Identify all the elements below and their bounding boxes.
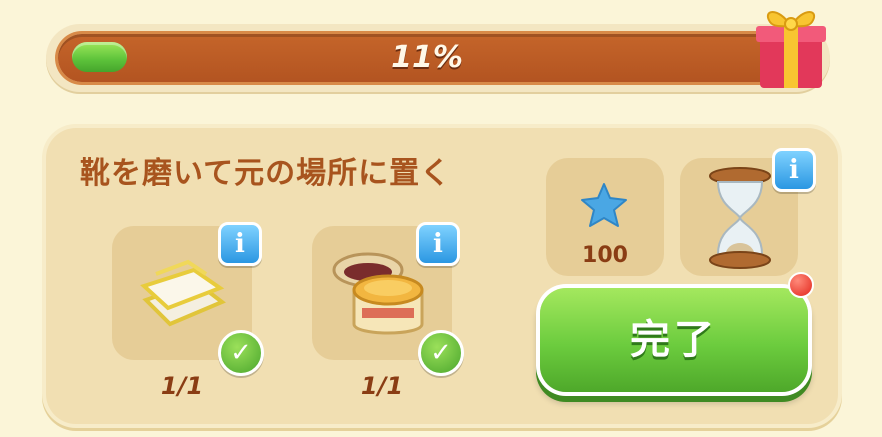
info-button[interactable]: i (218, 222, 262, 266)
complete-button[interactable]: 完了 (540, 288, 808, 392)
progress-bar: 11% (46, 24, 830, 92)
info-button[interactable]: i (772, 148, 816, 192)
progress-track: 11% (58, 34, 796, 82)
star-reward-value: 100 (582, 243, 628, 268)
reward-star-slot: 100 (546, 158, 664, 276)
progress-percent: 11% (391, 40, 463, 75)
notification-dot (788, 272, 814, 298)
check-icon: ✓ (218, 330, 264, 376)
gift-box-icon[interactable] (748, 0, 832, 92)
item-count: 1/1 (160, 372, 204, 400)
hourglass-icon (709, 167, 771, 269)
check-icon: ✓ (418, 330, 464, 376)
task-panel: 靴を磨いて元の場所に置く i ✓ 1/1 i ✓ 1/1 100 i 完了 (46, 128, 838, 424)
task-title: 靴を磨いて元の場所に置く (80, 156, 452, 191)
blue-star-icon (581, 183, 627, 227)
item-count: 1/1 (360, 372, 404, 400)
info-button[interactable]: i (416, 222, 460, 266)
